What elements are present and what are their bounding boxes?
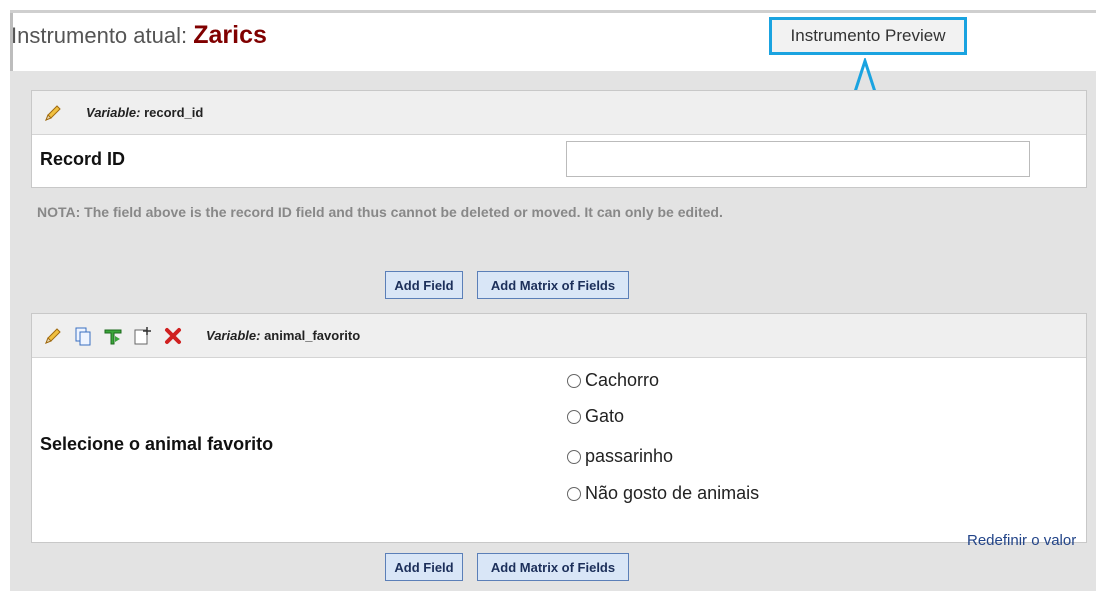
instrument-preview-button[interactable]: Instrumento Preview <box>769 17 967 55</box>
variable-name: animal_favorito <box>264 328 361 343</box>
option-label: Gato <box>585 406 625 426</box>
record-id-input[interactable] <box>566 141 1030 177</box>
record-id-label: Record ID <box>40 149 126 169</box>
instrument-name: Zarics <box>193 21 267 49</box>
radio-button[interactable] <box>567 449 581 464</box>
variable-label: Variable: record_id <box>86 105 203 120</box>
page-title: Instrumento atual: Zarics <box>11 21 267 50</box>
radio-button[interactable] <box>567 409 581 424</box>
variable-prefix: Variable: <box>86 105 141 120</box>
animal-field-body: Selecione o animal favorito Cachorro Gat… <box>32 358 1086 549</box>
record-id-note: NOTA: The field above is the record ID f… <box>37 204 723 220</box>
radio-option-nao-gosto[interactable]: Não gosto de animais <box>567 483 759 504</box>
option-label: passarinho <box>585 446 674 466</box>
animal-field-header: Variable: animal_favorito <box>32 314 1086 358</box>
radio-button[interactable] <box>567 373 581 388</box>
animal-question-label: Selecione o animal favorito <box>40 434 274 454</box>
record-id-field-body: Record ID <box>32 135 1086 187</box>
radio-option-passarinho[interactable]: passarinho <box>567 446 673 467</box>
title-prefix: Instrumento atual: <box>11 23 188 48</box>
pencil-icon[interactable] <box>42 325 64 347</box>
radio-button[interactable] <box>567 486 581 501</box>
add-field-button[interactable]: Add Field <box>385 271 463 299</box>
variable-prefix: Variable: <box>206 328 261 343</box>
branching-icon[interactable] <box>102 325 124 347</box>
animal-field-block: Variable: animal_favorito Selecione o an… <box>31 313 1087 549</box>
pencil-icon[interactable] <box>42 102 64 124</box>
add-matrix-button[interactable]: Add Matrix of Fields <box>477 271 629 299</box>
reset-value-link[interactable]: Redefinir o valor <box>967 532 1076 549</box>
add-matrix-button-bottom[interactable]: Add Matrix of Fields <box>477 553 629 581</box>
record-id-field-block: Variable: record_id Record ID <box>31 90 1087 188</box>
variable-label: Variable: animal_favorito <box>206 328 360 343</box>
add-field-button-bottom[interactable]: Add Field <box>385 553 463 581</box>
radio-option-gato[interactable]: Gato <box>567 406 624 427</box>
radio-option-cachorro[interactable]: Cachorro <box>567 370 659 391</box>
variable-name: record_id <box>144 105 204 120</box>
record-id-field-header: Variable: record_id <box>32 91 1086 135</box>
delete-icon[interactable] <box>162 325 184 347</box>
option-label: Cachorro <box>585 370 660 390</box>
move-icon[interactable] <box>132 325 154 347</box>
copy-icon[interactable] <box>72 325 94 347</box>
option-label: Não gosto de animais <box>585 483 760 503</box>
